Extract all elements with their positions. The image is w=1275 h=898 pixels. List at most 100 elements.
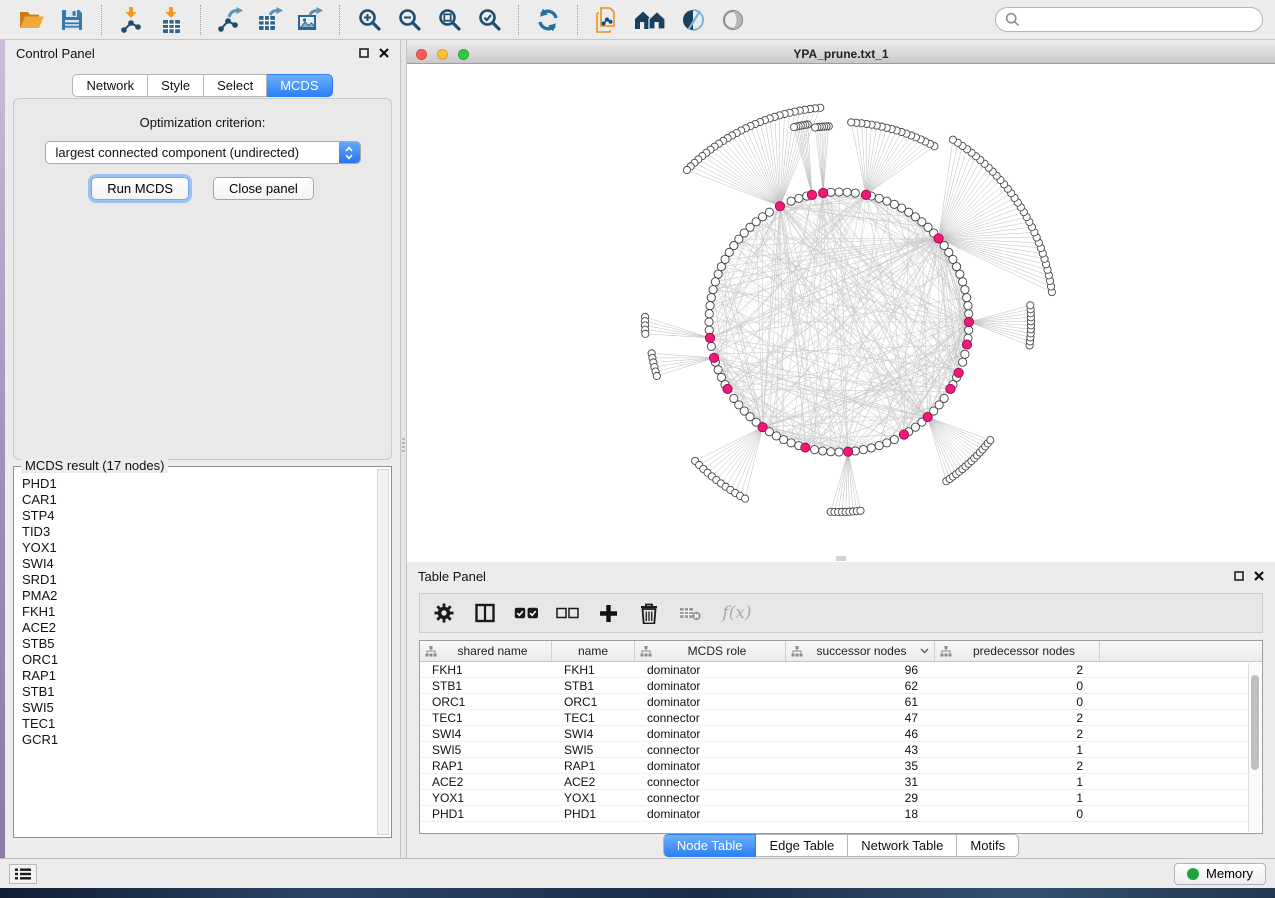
float-panel-button[interactable] bbox=[359, 48, 369, 58]
cell-successor-nodes: 31 bbox=[786, 775, 935, 789]
result-node-item[interactable]: TID3 bbox=[22, 524, 375, 540]
cell-shared-name: ACE2 bbox=[420, 775, 552, 789]
memory-button[interactable]: Memory bbox=[1174, 863, 1266, 885]
column-header-predecessor-nodes[interactable]: predecessor nodes bbox=[935, 641, 1100, 661]
save-button[interactable] bbox=[54, 3, 90, 37]
close-table-panel-button[interactable] bbox=[1254, 571, 1264, 581]
add-column-button[interactable] bbox=[594, 598, 622, 628]
first-neighbors-button[interactable] bbox=[629, 3, 671, 37]
result-node-item[interactable]: FKH1 bbox=[22, 604, 375, 620]
result-scrollbar[interactable] bbox=[377, 469, 389, 835]
open-folder-icon bbox=[19, 9, 45, 31]
column-header-name[interactable]: name bbox=[552, 641, 635, 661]
table-row[interactable]: RAP1RAP1dominator352 bbox=[420, 758, 1262, 774]
table-row[interactable]: ACE2ACE2connector311 bbox=[420, 774, 1262, 790]
table-settings-button[interactable] bbox=[430, 598, 458, 628]
float-table-panel-button[interactable] bbox=[1234, 571, 1244, 581]
result-node-item[interactable]: SWI5 bbox=[22, 700, 375, 716]
result-node-item[interactable]: PHD1 bbox=[22, 476, 375, 492]
criterion-dropdown[interactable]: largest connected component (undirected) bbox=[45, 141, 361, 164]
tab-select[interactable]: Select bbox=[204, 74, 267, 97]
cell-shared-name: YOX1 bbox=[420, 791, 552, 805]
tab-motifs[interactable]: Motifs bbox=[957, 834, 1019, 857]
result-node-item[interactable]: ORC1 bbox=[22, 652, 375, 668]
column-label: MCDS role bbox=[654, 644, 780, 658]
tab-network-table[interactable]: Network Table bbox=[848, 834, 957, 857]
sort-indicator-icon bbox=[920, 648, 929, 654]
result-node-item[interactable]: SWI4 bbox=[22, 556, 375, 572]
horizontal-splitter-grip-icon[interactable] bbox=[836, 556, 846, 561]
result-node-item[interactable]: YOX1 bbox=[22, 540, 375, 556]
cell-successor-nodes: 29 bbox=[786, 791, 935, 805]
tab-edge-table[interactable]: Edge Table bbox=[756, 834, 848, 857]
result-node-item[interactable]: SRD1 bbox=[22, 572, 375, 588]
tab-mcds[interactable]: MCDS bbox=[267, 74, 332, 97]
result-node-item[interactable]: RAP1 bbox=[22, 668, 375, 684]
network-window-titlebar: YPA_prune.txt_1 bbox=[407, 45, 1275, 64]
table-row[interactable]: TEC1TEC1connector472 bbox=[420, 710, 1262, 726]
window-minimize-button[interactable] bbox=[437, 49, 448, 60]
result-node-item[interactable]: STP4 bbox=[22, 508, 375, 524]
zoom-fit-button[interactable] bbox=[431, 3, 467, 37]
tab-network[interactable]: Network bbox=[72, 74, 148, 97]
cell-name: FKH1 bbox=[552, 663, 635, 677]
column-header-mcds-role[interactable]: MCDS role bbox=[635, 641, 786, 661]
result-node-item[interactable]: PMA2 bbox=[22, 588, 375, 604]
function-builder-button[interactable]: f(x) bbox=[717, 598, 757, 628]
import-table-button[interactable] bbox=[153, 3, 189, 37]
result-node-item[interactable]: GCR1 bbox=[22, 732, 375, 748]
result-node-item[interactable]: CAR1 bbox=[22, 492, 375, 508]
refresh-view-button[interactable] bbox=[530, 3, 566, 37]
search-input[interactable] bbox=[1020, 10, 1262, 30]
export-network-icon bbox=[217, 7, 243, 32]
task-history-button[interactable] bbox=[9, 864, 37, 884]
network-canvas[interactable] bbox=[407, 64, 1275, 562]
close-panel-x-button[interactable] bbox=[379, 48, 389, 58]
result-node-item[interactable]: TEC1 bbox=[22, 716, 375, 732]
delete-column-button[interactable] bbox=[635, 598, 663, 628]
new-network-from-selection-button[interactable] bbox=[589, 3, 625, 37]
table-row[interactable]: SWI4SWI4dominator462 bbox=[420, 726, 1262, 742]
checked-boxes-icon bbox=[514, 606, 539, 620]
splitter-grip-icon bbox=[402, 438, 405, 452]
table-row[interactable]: SWI5SWI5connector431 bbox=[420, 742, 1262, 758]
tab-style[interactable]: Style bbox=[148, 74, 204, 97]
zoom-in-button[interactable] bbox=[351, 3, 387, 37]
table-row[interactable]: PHD1PHD1dominator180 bbox=[420, 806, 1262, 822]
show-columns-button[interactable] bbox=[471, 598, 499, 628]
select-all-button[interactable] bbox=[512, 598, 540, 628]
table-row[interactable]: FKH1FKH1dominator962 bbox=[420, 662, 1262, 678]
export-table-button[interactable] bbox=[252, 3, 288, 37]
table-row[interactable]: ORC1ORC1dominator610 bbox=[420, 694, 1262, 710]
close-panel-button[interactable]: Close panel bbox=[213, 177, 314, 200]
column-header-successor-nodes[interactable]: successor nodes bbox=[786, 641, 935, 661]
panel-splitter[interactable] bbox=[400, 40, 407, 858]
import-network-button[interactable] bbox=[113, 3, 149, 37]
tab-node-table[interactable]: Node Table bbox=[663, 834, 757, 857]
search-icon bbox=[1005, 12, 1020, 27]
zoom-out-button[interactable] bbox=[391, 3, 427, 37]
zoom-selected-button[interactable] bbox=[471, 3, 507, 37]
table-panel-header: Table Panel bbox=[407, 563, 1275, 589]
show-all-button[interactable] bbox=[715, 3, 751, 37]
clear-table-button[interactable] bbox=[676, 598, 704, 628]
result-node-item[interactable]: ACE2 bbox=[22, 620, 375, 636]
table-panel: Table Panel f(x) shared name bbox=[407, 563, 1275, 858]
window-maximize-button[interactable] bbox=[458, 49, 469, 60]
hide-selected-button[interactable] bbox=[675, 3, 711, 37]
cell-successor-nodes: 35 bbox=[786, 759, 935, 773]
export-network-button[interactable] bbox=[212, 3, 248, 37]
table-row[interactable]: YOX1YOX1connector291 bbox=[420, 790, 1262, 806]
export-image-button[interactable] bbox=[292, 3, 328, 37]
table-row[interactable]: STB1STB1dominator620 bbox=[420, 678, 1262, 694]
window-close-button[interactable] bbox=[416, 49, 427, 60]
main-toolbar bbox=[0, 0, 1275, 40]
column-header-shared-name[interactable]: shared name bbox=[420, 641, 552, 661]
open-button[interactable] bbox=[14, 3, 50, 37]
run-mcds-button[interactable]: Run MCDS bbox=[91, 177, 189, 200]
result-node-item[interactable]: STB1 bbox=[22, 684, 375, 700]
deselect-all-button[interactable] bbox=[553, 598, 581, 628]
result-node-item[interactable]: STB5 bbox=[22, 636, 375, 652]
table-scrollbar-thumb[interactable] bbox=[1251, 675, 1259, 770]
cell-mcds-role: connector bbox=[635, 775, 786, 789]
